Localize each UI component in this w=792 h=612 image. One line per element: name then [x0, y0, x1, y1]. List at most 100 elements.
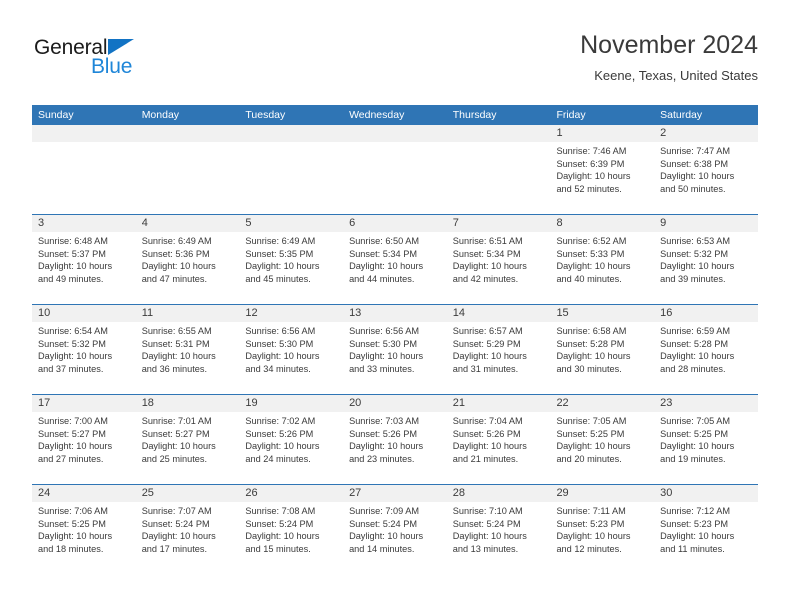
calendar-day-cell[interactable]: 11 Sunrise: 6:55 AM Sunset: 5:31 PM Dayligh… — [135, 305, 240, 394]
sunset-text: Sunset: 5:31 PM — [141, 338, 210, 349]
day-details: Sunrise: 6:51 AM Sunset: 5:34 PM Daylight:… — [447, 232, 551, 285]
sunset-text: Sunset: 5:30 PM — [349, 338, 417, 349]
sunrise-text: Sunrise: 6:56 AM — [349, 326, 420, 336]
calendar-day-cell[interactable]: 4 Sunrise: 6:49 AM Sunset: 5:36 PM Daylight… — [135, 215, 240, 304]
daylight-text: Daylight: 10 hours and 44 minutes. — [349, 261, 424, 284]
sunrise-text: Sunrise: 7:03 AM — [349, 416, 420, 426]
sunset-text: Sunset: 5:30 PM — [245, 338, 314, 349]
sunset-text: Sunset: 5:25 PM — [660, 428, 729, 439]
sunrise-text: Sunrise: 7:02 AM — [245, 416, 316, 426]
day-details: Sunrise: 7:11 AM Sunset: 5:23 PM Daylight:… — [550, 502, 654, 555]
day-number: 25 — [135, 485, 240, 502]
weekday-header-wednesday: Wednesday — [349, 109, 405, 121]
day-number: 8 — [550, 215, 655, 232]
daylight-text: Daylight: 10 hours and 31 minutes. — [452, 351, 527, 374]
calendar-day-cell[interactable]: 14 Sunrise: 6:57 AM Sunset: 5:29 PM Dayligh… — [446, 305, 551, 394]
sunset-text: Sunset: 5:26 PM — [245, 428, 314, 439]
weekday-header-monday: Monday — [141, 109, 180, 121]
daylight-text: Daylight: 10 hours and 30 minutes. — [556, 351, 631, 374]
calendar-day-cell[interactable]: 9 Sunrise: 6:53 AM Sunset: 5:32 PM Daylight… — [654, 215, 758, 304]
day-details: Sunrise: 7:12 AM Sunset: 5:23 PM Daylight:… — [654, 502, 758, 555]
calendar-day-cell[interactable]: 3 Sunrise: 6:48 AM Sunset: 5:37 PM Daylight… — [32, 215, 136, 304]
day-number: 19 — [239, 395, 344, 412]
calendar-day-cell[interactable]: 6 Sunrise: 6:50 AM Sunset: 5:34 PM Daylight… — [343, 215, 447, 304]
sunset-text: Sunset: 5:35 PM — [245, 248, 314, 259]
calendar-day-cell[interactable]: 16 Sunrise: 6:59 AM Sunset: 5:28 PM Dayligh… — [654, 305, 758, 394]
day-number: 16 — [654, 305, 758, 322]
daylight-text: Daylight: 10 hours and 34 minutes. — [245, 351, 320, 374]
sunset-text: Sunset: 5:24 PM — [452, 518, 521, 529]
sunrise-text: Sunrise: 6:54 AM — [38, 326, 108, 336]
calendar-day-cell[interactable]: 25 Sunrise: 7:07 AM Sunset: 5:24 PM Dayligh… — [135, 485, 240, 574]
daylight-text: Daylight: 10 hours and 33 minutes. — [349, 351, 424, 374]
daylight-text: Daylight: 10 hours and 20 minutes. — [556, 441, 631, 464]
day-number: 2 — [654, 125, 758, 142]
day-details: Sunrise: 7:46 AM Sunset: 6:39 PM Daylight:… — [550, 142, 654, 195]
calendar-day-cell[interactable]: 1 Sunrise: 7:46 AM Sunset: 6:39 PM Daylight… — [550, 125, 655, 214]
day-details: Sunrise: 7:10 AM Sunset: 5:24 PM Daylight:… — [447, 502, 551, 555]
sunrise-text: Sunrise: 7:12 AM — [660, 506, 731, 516]
daylight-text: Daylight: 10 hours and 24 minutes. — [245, 441, 320, 464]
sunrise-text: Sunrise: 6:56 AM — [245, 326, 316, 336]
sunrise-text: Sunrise: 6:58 AM — [556, 326, 627, 336]
calendar-day-cell-empty — [239, 125, 344, 214]
weekday-header-row: Sunday Monday Tuesday Wednesday Thursday… — [32, 105, 758, 125]
calendar-day-cell[interactable]: 29 Sunrise: 7:11 AM Sunset: 5:23 PM Dayligh… — [550, 485, 655, 574]
sunrise-text: Sunrise: 6:49 AM — [245, 236, 316, 246]
sunrise-text: Sunrise: 7:10 AM — [452, 506, 523, 516]
sunrise-text: Sunrise: 7:46 AM — [556, 146, 627, 156]
sunrise-text: Sunrise: 7:47 AM — [660, 146, 731, 156]
calendar-body: 1 Sunrise: 7:46 AM Sunset: 6:39 PM Daylight… — [32, 125, 758, 574]
calendar-day-cell[interactable]: 27 Sunrise: 7:09 AM Sunset: 5:24 PM Dayligh… — [343, 485, 447, 574]
day-number: 20 — [343, 395, 447, 412]
day-number — [135, 125, 240, 142]
daylight-text: Daylight: 10 hours and 28 minutes. — [660, 351, 735, 374]
sunrise-text: Sunrise: 7:08 AM — [245, 506, 316, 516]
sunrise-text: Sunrise: 7:11 AM — [556, 506, 626, 516]
day-details: Sunrise: 6:49 AM Sunset: 5:36 PM Daylight:… — [136, 232, 240, 285]
calendar-day-cell[interactable]: 28 Sunrise: 7:10 AM Sunset: 5:24 PM Dayligh… — [446, 485, 551, 574]
day-number — [32, 125, 136, 142]
calendar-day-cell[interactable]: 21 Sunrise: 7:04 AM Sunset: 5:26 PM Dayligh… — [446, 395, 551, 484]
calendar-day-cell[interactable]: 15 Sunrise: 6:58 AM Sunset: 5:28 PM Dayligh… — [550, 305, 655, 394]
calendar-day-cell[interactable]: 10 Sunrise: 6:54 AM Sunset: 5:32 PM Dayligh… — [32, 305, 136, 394]
daylight-text: Daylight: 10 hours and 50 minutes. — [660, 171, 735, 194]
calendar-week-row: 24 Sunrise: 7:06 AM Sunset: 5:25 PM Dayligh… — [32, 484, 758, 574]
calendar-day-cell[interactable]: 20 Sunrise: 7:03 AM Sunset: 5:26 PM Dayligh… — [343, 395, 447, 484]
calendar-day-cell[interactable]: 7 Sunrise: 6:51 AM Sunset: 5:34 PM Daylight… — [446, 215, 551, 304]
daylight-text: Daylight: 10 hours and 17 minutes. — [141, 531, 216, 554]
calendar-day-cell[interactable]: 5 Sunrise: 6:49 AM Sunset: 5:35 PM Daylight… — [239, 215, 344, 304]
calendar-day-cell[interactable]: 17 Sunrise: 7:00 AM Sunset: 5:27 PM Dayligh… — [32, 395, 136, 484]
sunset-text: Sunset: 5:32 PM — [660, 248, 729, 259]
sunrise-text: Sunrise: 6:53 AM — [660, 236, 731, 246]
day-number: 22 — [550, 395, 655, 412]
sunrise-text: Sunrise: 6:51 AM — [452, 236, 523, 246]
day-details: Sunrise: 7:05 AM Sunset: 5:25 PM Daylight:… — [550, 412, 654, 465]
calendar-day-cell[interactable]: 19 Sunrise: 7:02 AM Sunset: 5:26 PM Dayligh… — [239, 395, 344, 484]
day-number: 26 — [239, 485, 344, 502]
calendar-day-cell[interactable]: 18 Sunrise: 7:01 AM Sunset: 5:27 PM Dayligh… — [135, 395, 240, 484]
daylight-text: Daylight: 10 hours and 37 minutes. — [38, 351, 113, 374]
sunrise-text: Sunrise: 7:05 AM — [660, 416, 731, 426]
day-number: 15 — [550, 305, 655, 322]
sunset-text: Sunset: 6:39 PM — [556, 158, 625, 169]
daylight-text: Daylight: 10 hours and 45 minutes. — [245, 261, 320, 284]
day-details: Sunrise: 7:00 AM Sunset: 5:27 PM Daylight:… — [32, 412, 136, 465]
day-details: Sunrise: 6:52 AM Sunset: 5:33 PM Daylight:… — [550, 232, 654, 285]
calendar-day-cell[interactable]: 24 Sunrise: 7:06 AM Sunset: 5:25 PM Dayligh… — [32, 485, 136, 574]
day-number — [446, 125, 551, 142]
calendar-day-cell[interactable]: 22 Sunrise: 7:05 AM Sunset: 5:25 PM Dayligh… — [550, 395, 655, 484]
brand-logo[interactable]: General Blue — [34, 36, 234, 90]
daylight-text: Daylight: 10 hours and 13 minutes. — [452, 531, 527, 554]
calendar-day-cell[interactable]: 8 Sunrise: 6:52 AM Sunset: 5:33 PM Daylight… — [550, 215, 655, 304]
day-details: Sunrise: 7:02 AM Sunset: 5:26 PM Daylight:… — [239, 412, 343, 465]
daylight-text: Daylight: 10 hours and 42 minutes. — [452, 261, 527, 284]
calendar-day-cell[interactable]: 2 Sunrise: 7:47 AM Sunset: 6:38 PM Daylight… — [654, 125, 758, 214]
calendar-day-cell[interactable]: 26 Sunrise: 7:08 AM Sunset: 5:24 PM Dayligh… — [239, 485, 344, 574]
calendar-day-cell[interactable]: 23 Sunrise: 7:05 AM Sunset: 5:25 PM Dayligh… — [654, 395, 758, 484]
calendar-day-cell[interactable]: 30 Sunrise: 7:12 AM Sunset: 5:23 PM Dayligh… — [654, 485, 758, 574]
calendar-day-cell[interactable]: 13 Sunrise: 6:56 AM Sunset: 5:30 PM Dayligh… — [343, 305, 447, 394]
calendar-day-cell[interactable]: 12 Sunrise: 6:56 AM Sunset: 5:30 PM Dayligh… — [239, 305, 344, 394]
daylight-text: Daylight: 10 hours and 39 minutes. — [660, 261, 735, 284]
sunset-text: Sunset: 5:23 PM — [660, 518, 729, 529]
